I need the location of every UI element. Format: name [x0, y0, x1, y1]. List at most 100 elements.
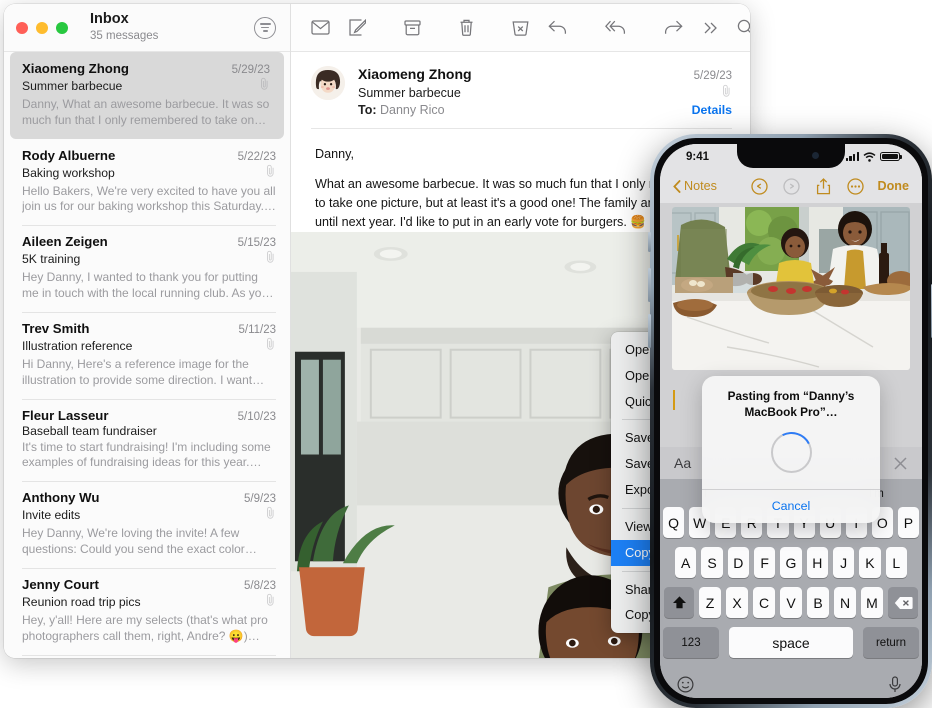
keyboard-row-4[interactable]: 123 space return: [663, 627, 919, 658]
attachment-clip-icon: [265, 337, 276, 355]
sidebar-header: Inbox 35 messages: [4, 4, 290, 52]
return-key[interactable]: return: [863, 627, 919, 658]
cancel-button[interactable]: Cancel: [772, 499, 811, 513]
numbers-key[interactable]: 123: [663, 627, 719, 658]
text-format-button[interactable]: Aa: [674, 455, 691, 471]
message-list-item[interactable]: Rody Albuerne 5/22/23 Baking workshop Hello…: [4, 139, 290, 226]
mark-unread-button[interactable]: [311, 13, 330, 43]
back-to-notes-button[interactable]: Notes: [673, 179, 717, 193]
key-n[interactable]: N: [834, 587, 856, 618]
key-f[interactable]: F: [754, 547, 776, 578]
message-list-item[interactable]: Xiaomeng Zhong 5/29/23 Summer barbecue Dann…: [10, 52, 284, 139]
message-list-item[interactable]: Trev Smith 5/11/23 Illustration reference H…: [4, 311, 290, 399]
space-key[interactable]: space: [729, 627, 853, 658]
key-c[interactable]: C: [753, 587, 775, 618]
reply-button[interactable]: [548, 13, 567, 43]
volume-down-button[interactable]: [648, 314, 651, 348]
filter-icon[interactable]: [254, 16, 276, 39]
reply-all-button[interactable]: [605, 13, 626, 43]
key-k[interactable]: K: [859, 547, 881, 578]
list-sender: Jenny Court: [22, 576, 99, 592]
key-a[interactable]: A: [675, 547, 697, 578]
key-l[interactable]: L: [885, 547, 907, 578]
microphone-icon[interactable]: [888, 675, 905, 693]
key-x[interactable]: X: [726, 587, 748, 618]
front-camera-icon: [812, 152, 819, 159]
list-date: 5/10/23: [237, 410, 276, 423]
message-sender: Xiaomeng Zhong: [358, 66, 472, 82]
paste-dialog-body: Pasting from “Danny’s MacBook Pro”…: [702, 376, 880, 489]
signal-bars-icon: [845, 152, 859, 161]
key-h[interactable]: H: [806, 547, 828, 578]
screenshot-root: Inbox 35 messages Xiaomeng Zhong 5/29/23 S…: [0, 0, 932, 708]
list-sender: Trev Smith: [22, 320, 90, 336]
window-controls[interactable]: [16, 21, 68, 34]
close-icon[interactable]: [893, 456, 908, 471]
key-z[interactable]: Z: [699, 587, 721, 618]
list-preview: Hey Danny, We're loving the invite! A fe…: [22, 526, 245, 557]
message-list-item[interactable]: Fleur Lasseur 5/10/23 Baseball team fundra…: [4, 398, 290, 482]
paste-dialog-footer[interactable]: Cancel: [702, 488, 880, 523]
minimize-button[interactable]: [36, 21, 48, 34]
message-list-item[interactable]: Anthony Wu 5/9/23 Invite edits Hey Danny, W…: [4, 481, 290, 568]
delete-button[interactable]: [459, 13, 474, 43]
list-preview: Hey, y'all! Here are my selects (that's …: [22, 612, 268, 643]
backspace-icon[interactable]: [888, 587, 918, 618]
keyboard-row-2[interactable]: ASDFGHJKL: [663, 547, 919, 578]
key-q[interactable]: Q: [663, 507, 685, 538]
ellipsis-circle-icon[interactable]: [846, 177, 865, 196]
note-photo[interactable]: [672, 207, 910, 370]
message-list-item[interactable]: Jenny Court 5/8/23 Reunion road trip pics H…: [4, 567, 290, 655]
iphone-bezel: 9:41 Notes Done Aa Q W O P A S D F G H J…: [654, 138, 928, 704]
shift-icon[interactable]: [664, 587, 694, 618]
search-button[interactable]: [737, 13, 750, 43]
keyboard-row-3[interactable]: ZXCVBNM: [663, 587, 919, 618]
iphone-screen: 9:41 Notes Done Aa Q W O P A S D F G H J…: [660, 144, 922, 698]
mail-toolbar[interactable]: [291, 4, 750, 52]
list-date: 5/8/23: [244, 579, 276, 592]
key-b[interactable]: B: [807, 587, 829, 618]
keyboard-letters-row-3[interactable]: ZXCVBNM: [699, 587, 883, 618]
details-link[interactable]: Details: [692, 103, 732, 117]
zoom-button[interactable]: [56, 21, 68, 34]
key-p[interactable]: P: [897, 507, 919, 538]
close-button[interactable]: [16, 21, 28, 34]
attachment-clip-icon: [721, 84, 732, 97]
compose-button[interactable]: [349, 13, 366, 43]
message-header: Xiaomeng Zhong 5/29/23 Summer barbecue T…: [291, 52, 750, 117]
list-subject: 5K training: [22, 252, 81, 267]
message-list-item[interactable]: Aileen Zeigen 5/15/23 5K training Hey Danny…: [4, 225, 290, 312]
message-list[interactable]: Xiaomeng Zhong 5/29/23 Summer barbecue Dann…: [4, 52, 290, 658]
chevron-left-icon: [673, 179, 681, 193]
mail-window: Inbox 35 messages Xiaomeng Zhong 5/29/23 S…: [4, 4, 750, 658]
list-sender: Rody Albuerne: [22, 147, 116, 163]
attachment-clip-icon: [259, 77, 270, 95]
key-s[interactable]: S: [701, 547, 723, 578]
volume-up-button[interactable]: [648, 268, 651, 302]
undo-icon[interactable]: [750, 177, 769, 196]
list-subject: Invite edits: [22, 508, 81, 523]
forward-button[interactable]: [664, 13, 683, 43]
done-button[interactable]: Done: [878, 179, 909, 193]
junk-button[interactable]: [512, 13, 529, 43]
archive-button[interactable]: [404, 13, 421, 43]
key-v[interactable]: V: [780, 587, 802, 618]
back-label: Notes: [684, 179, 717, 193]
key-g[interactable]: G: [780, 547, 802, 578]
key-d[interactable]: D: [727, 547, 749, 578]
wifi-icon: [863, 151, 876, 162]
emoji-icon[interactable]: [677, 675, 694, 693]
message-list-item[interactable]: Rich Dinh5/5/23Trip to Zion National Par…: [4, 654, 290, 658]
paste-dialog[interactable]: Pasting from “Danny’s MacBook Pro”… Canc…: [702, 376, 880, 523]
key-m[interactable]: M: [861, 587, 883, 618]
more-button[interactable]: [702, 13, 718, 43]
list-subject: Baseball team fundraiser: [22, 423, 157, 438]
notes-nav-bar: Notes Done: [660, 169, 922, 203]
list-sender: Fleur Lasseur: [22, 407, 109, 423]
to-label: To:: [358, 103, 377, 117]
keyboard-bottom-row[interactable]: [663, 667, 919, 698]
redo-icon[interactable]: [782, 177, 801, 196]
key-j[interactable]: J: [832, 547, 855, 578]
share-icon[interactable]: [814, 177, 833, 196]
silent-switch[interactable]: [648, 232, 651, 252]
